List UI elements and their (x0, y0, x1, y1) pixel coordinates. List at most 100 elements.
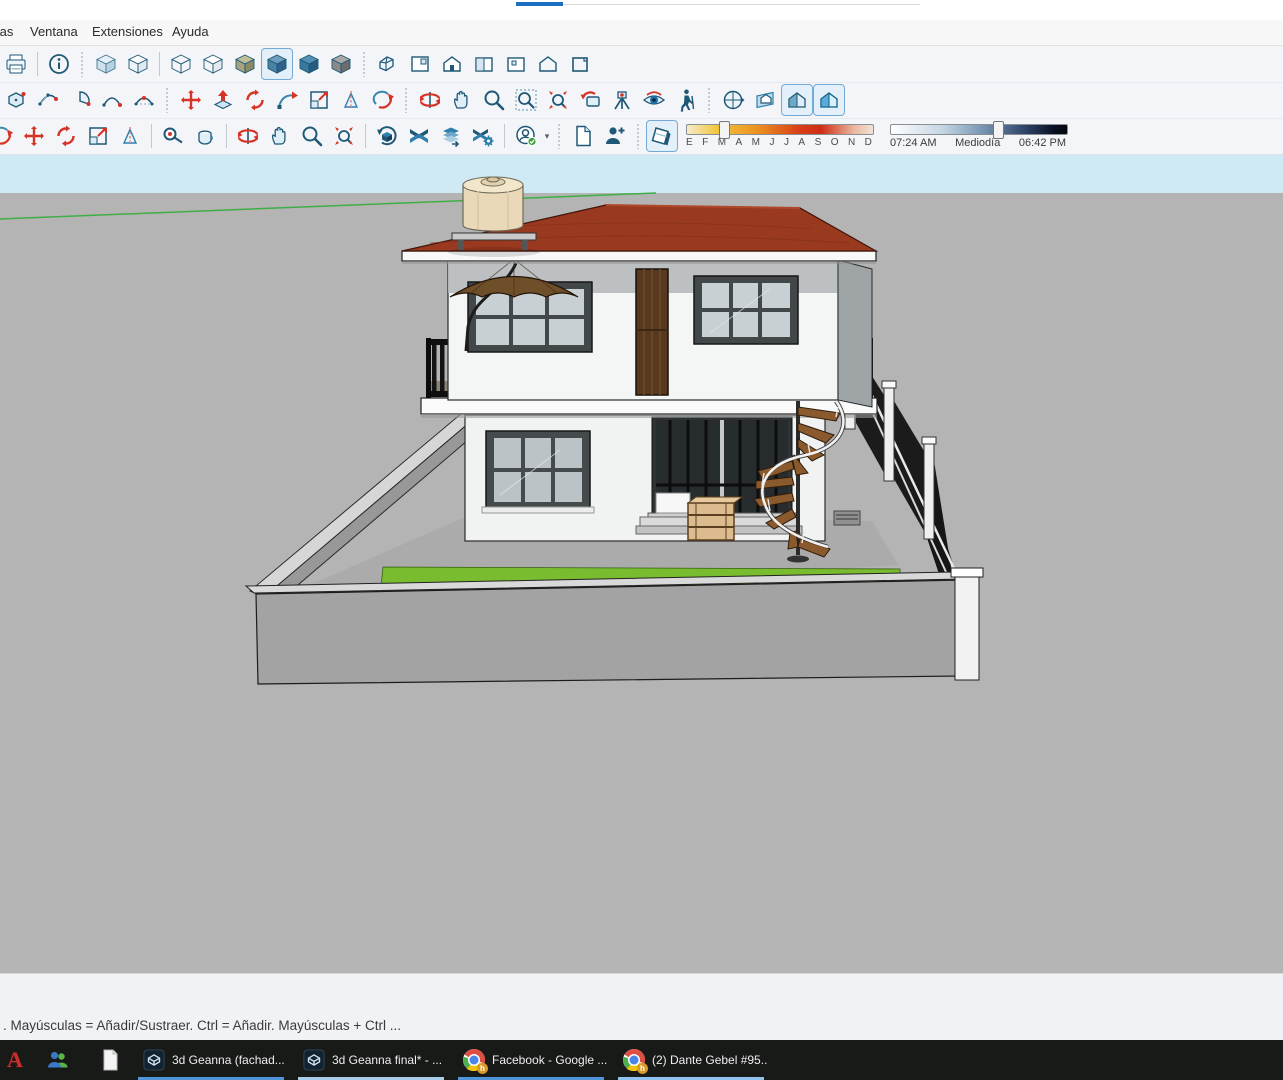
toolbar-handle[interactable] (362, 51, 367, 77)
account-button[interactable] (510, 120, 542, 152)
taskbar-task-sketchup-2[interactable]: 3d Geanna final* - ... (296, 1040, 448, 1080)
hidden-line-style-button[interactable] (197, 48, 229, 80)
tape-measure-button[interactable] (157, 120, 189, 152)
monochrome-cube-icon (329, 52, 353, 76)
display-section-planes-button[interactable] (781, 84, 813, 116)
white-box (656, 493, 690, 513)
warehouse-download-button[interactable] (371, 120, 403, 152)
arc-2pt-button[interactable] (32, 84, 64, 116)
orbit-icon (418, 88, 442, 112)
shaded-style-button[interactable] (229, 48, 261, 80)
taskbar-task-sketchup-1[interactable]: 3d Geanna (fachad... (136, 1040, 288, 1080)
add-person-button[interactable] (599, 120, 631, 152)
shadows-toggle-button[interactable] (646, 120, 678, 152)
taskbar-task-chrome-1[interactable]: h Facebook - Google ... (456, 1040, 608, 1080)
front-view-button[interactable] (436, 48, 468, 80)
shadow-date-slider[interactable] (686, 124, 874, 135)
arc-3pt-button[interactable] (128, 84, 160, 116)
model-info-button[interactable] (43, 48, 75, 80)
people-icon[interactable] (46, 1048, 70, 1072)
shadow-time-slider-thumb[interactable] (993, 121, 1004, 139)
iso-view-button[interactable] (372, 48, 404, 80)
look-around-button[interactable] (638, 84, 670, 116)
clipped-tool-button[interactable] (0, 120, 18, 152)
curve-rotate-button[interactable] (367, 84, 399, 116)
scale-tool-button[interactable] (82, 120, 114, 152)
previous-view-button[interactable] (574, 84, 606, 116)
textured-cube-icon (297, 52, 321, 76)
flip-tool-button[interactable] (114, 120, 146, 152)
rotate-tool-button[interactable] (239, 84, 271, 116)
front-perimeter-wall (246, 568, 983, 684)
toolbar-handle[interactable] (557, 123, 562, 149)
month-label: F (702, 137, 708, 148)
flip-tool-button[interactable] (335, 84, 367, 116)
3d-viewport[interactable] (0, 155, 1283, 973)
bottom-view-button[interactable] (564, 48, 596, 80)
chrome-profile-badge: h (637, 1063, 648, 1074)
zoom-button[interactable] (296, 120, 328, 152)
toolbar-handle[interactable] (636, 123, 641, 149)
right-view-button[interactable] (468, 48, 500, 80)
zoom-extents-button[interactable] (328, 120, 360, 152)
display-section-cuts-button[interactable] (813, 84, 845, 116)
xray-style-button[interactable] (90, 48, 122, 80)
move-tool-button[interactable] (18, 120, 50, 152)
back-edges-style-button[interactable] (122, 48, 154, 80)
wireframe-style-button[interactable] (165, 48, 197, 80)
orbit-button[interactable] (232, 120, 264, 152)
status-bar: . Mayúsculas = Añadir/Sustraer. Ctrl = A… (0, 973, 1283, 1041)
shadow-time-slider[interactable] (890, 124, 1068, 135)
monochrome-style-button[interactable] (325, 48, 357, 80)
share-component-button[interactable] (435, 120, 467, 152)
top-view-button[interactable] (404, 48, 436, 80)
pan-button[interactable] (264, 120, 296, 152)
paint-bucket-button[interactable] (189, 120, 221, 152)
zoom-window-button[interactable] (510, 84, 542, 116)
zoom-extents-button[interactable] (542, 84, 574, 116)
toolbar-row-tools (0, 82, 1283, 119)
windows-taskbar: A 3d Geanna (fachad... 3d Geanna final* … (0, 1040, 1283, 1080)
rotate-tool-button[interactable] (50, 120, 82, 152)
print-button[interactable] (0, 48, 32, 80)
share-model-icon (407, 124, 431, 148)
shaded-textures-style-button[interactable] (261, 48, 293, 80)
textured-style-button[interactable] (293, 48, 325, 80)
month-label: N (848, 137, 855, 148)
autocad-icon[interactable]: A (3, 1048, 27, 1072)
shadow-date-slider-thumb[interactable] (719, 121, 730, 139)
notepad-icon[interactable] (98, 1048, 122, 1072)
toolbar-handle[interactable] (80, 51, 85, 77)
axes-button[interactable] (717, 84, 749, 116)
back-view-button[interactable] (500, 48, 532, 80)
polygon-tool-button[interactable] (0, 84, 32, 116)
walk-button[interactable] (670, 84, 702, 116)
scale-tool-button[interactable] (303, 84, 335, 116)
arc-pie-button[interactable] (64, 84, 96, 116)
orbit-button[interactable] (414, 84, 446, 116)
menu-extensiones[interactable]: Extensiones (92, 24, 163, 39)
position-camera-button[interactable] (606, 84, 638, 116)
zoom-button[interactable] (478, 84, 510, 116)
account-dropdown-caret[interactable]: ▾ (542, 121, 552, 151)
chrome-profile-badge: h (477, 1063, 488, 1074)
share-model-button[interactable] (403, 120, 435, 152)
extension-warehouse-button[interactable] (467, 120, 499, 152)
taskbar-task-chrome-2[interactable]: h (2) Dante Gebel #95... (616, 1040, 768, 1080)
toolbar-handle[interactable] (165, 87, 170, 113)
move-tool-button[interactable] (175, 84, 207, 116)
menu-ventana[interactable]: Ventana (30, 24, 78, 39)
house-second-floor (448, 251, 872, 407)
left-view-button[interactable] (532, 48, 564, 80)
pan-button[interactable] (446, 84, 478, 116)
arc-button[interactable] (96, 84, 128, 116)
menu-herramientas-truncated[interactable]: tas (0, 24, 13, 39)
new-document-button[interactable] (567, 120, 599, 152)
followme-tool-button[interactable] (271, 84, 303, 116)
toolbar-handle[interactable] (707, 87, 712, 113)
section-plane-button[interactable] (749, 84, 781, 116)
menu-ayuda[interactable]: Ayuda (172, 24, 209, 39)
pushpull-tool-button[interactable] (207, 84, 239, 116)
separator (151, 124, 152, 148)
toolbar-handle[interactable] (404, 87, 409, 113)
